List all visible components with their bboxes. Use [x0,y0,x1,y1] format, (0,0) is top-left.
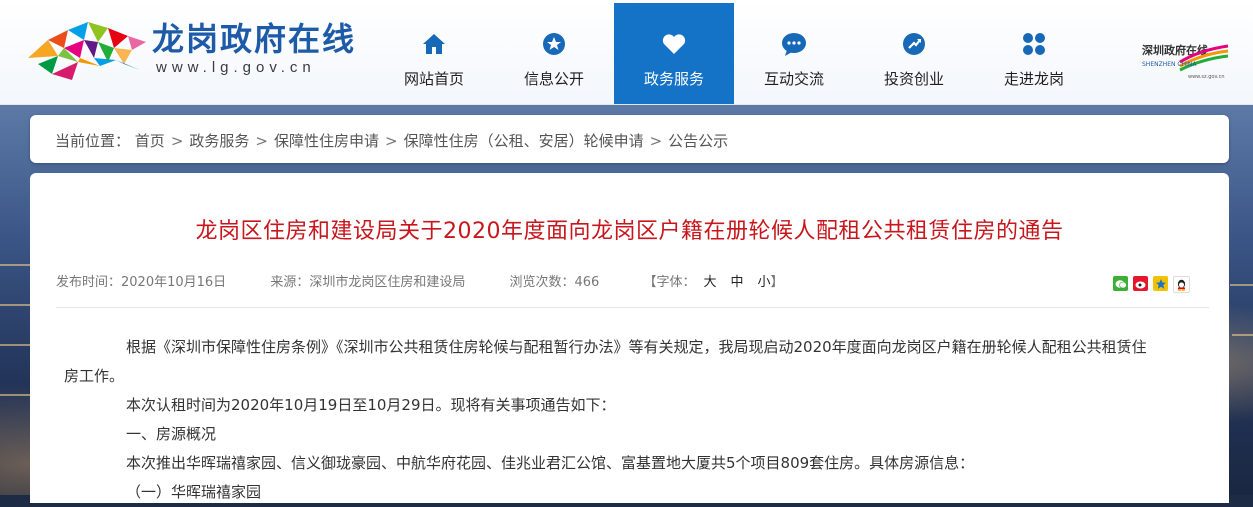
info-star-icon [541,31,567,57]
nav-home[interactable]: 网站首页 [374,3,494,104]
paragraph: 本次认租时间为2020年10月19日至10月29日。现将有关事项通告如下： [126,396,616,414]
article-meta: 发布时间：2020年10月16日 来源：深圳市龙岗区住房和建设局 浏览次数：46… [56,271,824,290]
paragraph: 一、房源概况 [126,425,217,443]
site-url: www.lg.gov.cn [156,59,316,76]
nav-label: 信息公开 [523,70,584,88]
sz-logo-sub: SHENZHEN CHINA [1142,61,1197,68]
site-header: 龙岗政府在线 www.lg.gov.cn 网站首页 信息公开 政务服务 互动交流 [0,0,1253,105]
font-large-button[interactable]: 大 [704,275,717,290]
publish-date: 2020年10月16日 [121,275,227,290]
sz-logo-url: www.sz.gov.cn [1188,74,1225,80]
nav-label: 网站首页 [403,70,464,88]
source-label: 来源： [270,275,310,290]
font-size-label: 【字体： [643,275,696,290]
breadcrumb-home[interactable]: 首页 [135,132,165,150]
breadcrumb-prefix: 当前位置： [55,132,131,150]
grid-dots-icon [1021,31,1047,57]
home-icon [421,31,447,57]
nav-label: 投资创业 [883,70,944,88]
breadcrumb-notices[interactable]: 公告公示 [668,132,728,150]
breadcrumb-housing-apply[interactable]: 保障性住房申请 [274,132,379,150]
chat-bubble-icon [781,31,807,57]
nav-investment[interactable]: 投资创业 [854,3,974,104]
paragraph: 根据《深圳市保障性住房条例》《深圳市公共租赁住房轮候与配租暂行办法》等有关规定，… [126,338,1147,356]
wechat-icon[interactable] [1113,276,1128,291]
site-name[interactable]: 龙岗政府在线 [152,20,356,58]
publish-label: 发布时间： [56,275,122,290]
shenzhen-gov-logo[interactable]: 深圳政府在线 SHENZHEN CHINA www.sz.gov.cn [1140,42,1230,80]
font-size-close: 】 [770,275,784,290]
breadcrumb-housing-queue[interactable]: 保障性住房（公租、安居）轮候申请 [404,132,644,150]
divider [56,307,1209,308]
nav-interaction[interactable]: 互动交流 [734,3,854,104]
paragraph: 房工作。 [64,367,125,385]
nav-services[interactable]: 政务服务 [614,3,734,104]
article-title: 龙岗区住房和建设局关于2020年度面向龙岗区户籍在册轮候人配租公共租赁住房的通告 [195,219,1064,244]
article-card: 龙岗区住房和建设局关于2020年度面向龙岗区户籍在册轮候人配租公共租赁住房的通告… [30,173,1229,503]
font-medium-button[interactable]: 中 [731,275,744,290]
nav-label: 走进龙岗 [1003,70,1064,88]
breadcrumb-services[interactable]: 政务服务 [189,132,249,150]
main-nav: 网站首页 信息公开 政务服务 互动交流 投资创业 走进龙岗 [374,3,1094,104]
nav-about[interactable]: 走进龙岗 [974,3,1094,104]
weibo-icon[interactable] [1133,276,1148,291]
longgang-logo[interactable] [28,18,146,82]
heart-icon [661,31,687,57]
breadcrumb-bar: 当前位置： 首页 > 政务服务 > 保障性住房申请 > 保障性住房（公租、安居）轮候申请 > 公… [30,115,1229,163]
views-count: 466 [574,275,600,290]
article-body: 根据《深圳市保障性住房条例》《深圳市公共租赁住房轮候与配租暂行办法》等有关规定，… [64,333,1205,507]
font-small-button[interactable]: 小 [758,275,771,290]
breadcrumb: 当前位置： 首页 > 政务服务 > 保障性住房申请 > 保障性住房（公租、安居）轮候申请 > 公… [55,132,729,150]
paragraph: （一）华晖瑞禧家园 [126,483,262,501]
views-label: 浏览次数： [509,275,575,290]
source-value: 深圳市龙岗区住房和建设局 [309,275,466,290]
nav-label: 政务服务 [643,70,704,88]
share-bar [1113,276,1190,293]
nav-info[interactable]: 信息公开 [494,3,614,104]
nav-label: 互动交流 [763,70,824,88]
qzone-icon[interactable] [1153,276,1168,291]
investment-icon [901,31,927,57]
qq-icon[interactable] [1173,276,1190,293]
paragraph: 本次推出华晖瑞禧家园、信义御珑豪园、中航华府花园、佳兆业君汇公馆、富基置地大厦共… [126,454,975,472]
